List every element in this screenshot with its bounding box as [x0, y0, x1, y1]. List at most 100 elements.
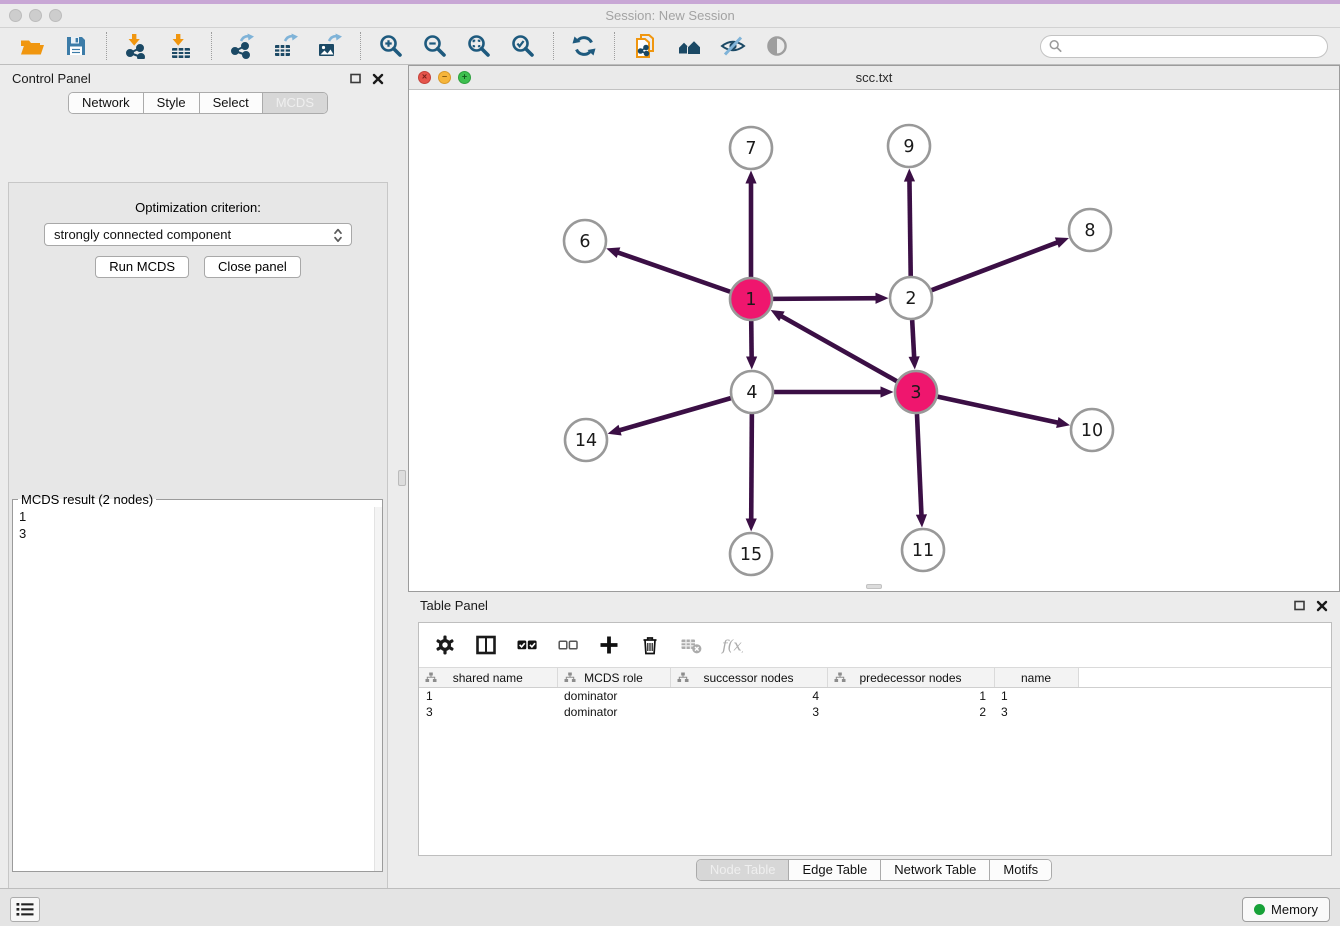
refresh-icon[interactable]	[571, 33, 597, 59]
table-cell[interactable]: 1	[827, 688, 994, 704]
control-panel: Control Panel NetworkStyleSelectMCDS Opt…	[0, 65, 396, 888]
column-header-successor-nodes[interactable]: successor nodes	[670, 668, 827, 688]
splitter-grip[interactable]	[398, 470, 406, 486]
plus-icon[interactable]	[598, 634, 620, 656]
table-cell[interactable]: 1	[419, 688, 557, 704]
mcds-result-line: 1	[19, 508, 376, 525]
document-network-icon[interactable]	[632, 33, 658, 59]
network-title: scc.txt	[409, 66, 1339, 90]
run-mcds-button[interactable]: Run MCDS	[95, 256, 189, 278]
export-table-icon[interactable]	[273, 33, 299, 59]
graph-node-1[interactable]: 1	[730, 278, 772, 320]
split-pane-icon[interactable]	[475, 634, 497, 656]
table-cell[interactable]: 3	[994, 704, 1078, 720]
eye-disabled-icon	[764, 33, 790, 59]
graph-node-4[interactable]: 4	[731, 371, 773, 413]
graph-edge-4-14[interactable]	[616, 398, 731, 431]
tab-select[interactable]: Select	[199, 93, 262, 113]
task-history-button[interactable]	[10, 897, 40, 922]
graph-edge-2-9[interactable]	[909, 177, 910, 276]
canvas-grip[interactable]	[866, 584, 882, 589]
houses-icon[interactable]	[676, 33, 702, 59]
column-header-mcds-role[interactable]: MCDS role	[557, 668, 670, 688]
close-panel-button[interactable]: Close panel	[204, 256, 301, 278]
column-header-predecessor-nodes[interactable]: predecessor nodes	[827, 668, 994, 688]
graph-edge-3-1[interactable]	[778, 314, 896, 381]
graph-edge-1-2[interactable]	[773, 298, 880, 299]
graph-edge-4-15[interactable]	[751, 414, 752, 523]
graph-node-9[interactable]: 9	[888, 125, 930, 167]
table-tab-node-table[interactable]: Node Table	[697, 860, 789, 880]
graph-node-3[interactable]: 3	[895, 371, 937, 413]
table-cell[interactable]: 2	[827, 704, 994, 720]
graph-edge-2-8[interactable]	[932, 241, 1061, 290]
export-image-icon[interactable]	[317, 33, 343, 59]
svg-text:14: 14	[575, 431, 597, 451]
export-network-icon[interactable]	[229, 33, 255, 59]
zoom-selected-icon[interactable]	[510, 33, 536, 59]
close-panel-icon[interactable]	[371, 72, 384, 85]
table-cell[interactable]: dominator	[557, 704, 670, 720]
criterion-select[interactable]: strongly connected component	[44, 223, 352, 246]
table-tab-motifs[interactable]: Motifs	[989, 860, 1051, 880]
toolbar-separator	[553, 32, 554, 60]
table-row[interactable]: 3dominator323	[419, 704, 1331, 720]
table-cell[interactable]: 1	[994, 688, 1078, 704]
float-panel-icon[interactable]	[349, 72, 362, 85]
search-input[interactable]	[1067, 39, 1327, 54]
svg-text:11: 11	[912, 541, 934, 561]
fx-icon: f(x)	[721, 634, 743, 656]
search-field[interactable]	[1040, 35, 1328, 58]
graph-edge-3-11[interactable]	[917, 414, 922, 519]
graph-edge-arrowhead	[1056, 417, 1070, 428]
column-header-shared-name[interactable]: shared name	[419, 668, 557, 688]
checkboxes-unchecked-icon[interactable]	[557, 634, 579, 656]
result-scrollbar[interactable]	[374, 507, 382, 871]
import-table-icon[interactable]	[168, 33, 194, 59]
table-tab-network-table[interactable]: Network Table	[880, 860, 989, 880]
memory-button[interactable]: Memory	[1242, 897, 1330, 922]
eye-slash-icon[interactable]	[720, 33, 746, 59]
column-header-name[interactable]: name	[994, 668, 1078, 688]
graph-edge-3-10[interactable]	[938, 397, 1062, 424]
network-graph[interactable]: 7 9 6 8 1 2 4 3 14 10 15 11	[409, 90, 1339, 590]
graph-node-8[interactable]: 8	[1069, 209, 1111, 251]
float-table-panel-icon[interactable]	[1293, 599, 1306, 612]
zoom-out-icon[interactable]	[422, 33, 448, 59]
criterion-selected-value: strongly connected component	[54, 227, 231, 242]
toolbar-separator	[360, 32, 361, 60]
graph-edge-2-3[interactable]	[912, 320, 914, 361]
open-session-icon[interactable]	[19, 33, 45, 59]
gear-icon[interactable]	[434, 634, 456, 656]
table-cell[interactable]: 4	[670, 688, 827, 704]
control-panel-header: Control Panel	[0, 65, 396, 92]
graph-edge-1-6[interactable]	[615, 251, 730, 291]
mcds-result-box: MCDS result (2 nodes) 13	[12, 492, 383, 872]
svg-text:4: 4	[746, 383, 757, 403]
checkboxes-checked-icon[interactable]	[516, 634, 538, 656]
import-network-icon[interactable]	[124, 33, 150, 59]
tab-mcds[interactable]: MCDS	[262, 93, 327, 113]
graph-node-14[interactable]: 14	[565, 419, 607, 461]
close-table-panel-icon[interactable]	[1315, 599, 1328, 612]
graph-node-11[interactable]: 11	[902, 529, 944, 571]
zoom-in-icon[interactable]	[378, 33, 404, 59]
table-tab-edge-table[interactable]: Edge Table	[788, 860, 880, 880]
graph-node-10[interactable]: 10	[1071, 409, 1113, 451]
table-cell[interactable]: 3	[419, 704, 557, 720]
table-cell[interactable]: dominator	[557, 688, 670, 704]
table-cell[interactable]: 3	[670, 704, 827, 720]
graph-node-15[interactable]: 15	[730, 533, 772, 575]
graph-node-6[interactable]: 6	[564, 220, 606, 262]
graph-node-7[interactable]: 7	[730, 127, 772, 169]
network-window-titlebar[interactable]: × − + scc.txt	[409, 66, 1339, 90]
table-row[interactable]: 1dominator411	[419, 688, 1331, 704]
graph-node-2[interactable]: 2	[890, 277, 932, 319]
network-canvas[interactable]: 7 9 6 8 1 2 4 3 14 10 15 11	[409, 90, 1339, 590]
tab-style[interactable]: Style	[143, 93, 199, 113]
save-session-icon[interactable]	[63, 33, 89, 59]
zoom-fit-icon[interactable]	[466, 33, 492, 59]
trash-icon[interactable]	[639, 634, 661, 656]
tab-network[interactable]: Network	[69, 93, 143, 113]
graph-edge-arrowhead	[606, 247, 620, 258]
